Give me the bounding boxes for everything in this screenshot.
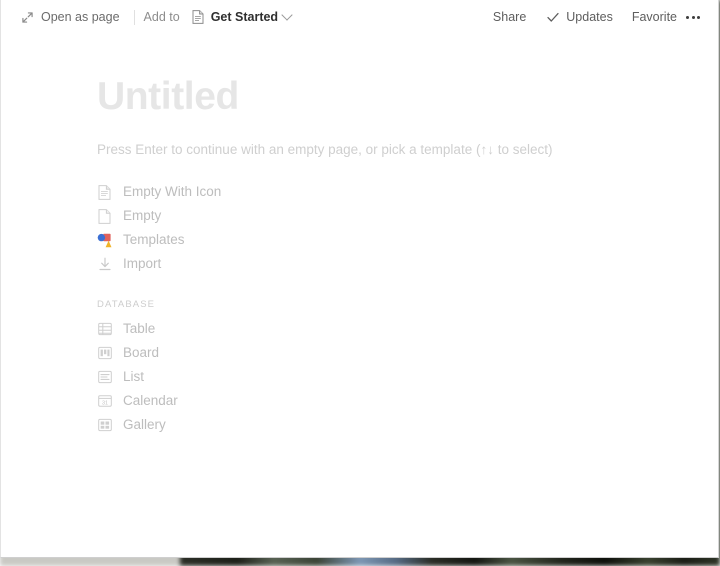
updates-label: Updates — [566, 10, 613, 24]
svg-text:31: 31 — [102, 401, 108, 407]
calendar-31-icon: 31 — [97, 393, 112, 409]
option-table[interactable]: Table — [97, 317, 698, 341]
toolbar-divider — [133, 9, 135, 25]
database-options-list: Table Board List 31 Calendar Gallery — [97, 317, 698, 437]
option-label: Empty — [123, 208, 162, 223]
page-title[interactable]: Untitled — [97, 74, 698, 120]
toolbar-left-group: Open as page Add to Get Started — [15, 6, 295, 28]
share-button[interactable]: Share — [488, 7, 531, 27]
template-options-list: Empty With Icon Empty Templates Import — [97, 180, 698, 276]
database-section-label: DATABASE — [97, 299, 156, 310]
option-calendar[interactable]: 31 Calendar — [97, 389, 698, 413]
option-label: Templates — [123, 232, 185, 247]
option-label: Table — [123, 321, 156, 336]
chevron-down-icon — [281, 9, 293, 21]
gallery-grid-icon — [97, 417, 112, 433]
table-grid-icon — [97, 321, 112, 337]
template-hint-text: Press Enter to continue with an empty pa… — [97, 142, 553, 157]
favorite-button[interactable]: Favorite — [627, 7, 682, 27]
list-lines-icon — [97, 369, 112, 385]
option-import[interactable]: Import — [97, 252, 698, 276]
option-label: Board — [123, 345, 160, 360]
option-gallery[interactable]: Gallery — [97, 413, 698, 437]
breadcrumb-label: Get Started — [210, 10, 279, 24]
expand-diagonal-icon — [20, 9, 35, 25]
top-toolbar: Open as page Add to Get Started Share Up… — [1, 0, 718, 34]
open-as-page-label: Open as page — [41, 10, 120, 24]
favorite-label: Favorite — [631, 10, 677, 24]
page-content: Untitled Press Enter to continue with an… — [97, 74, 698, 437]
page-document-icon — [191, 9, 206, 25]
option-label: Import — [123, 256, 162, 271]
breadcrumb-get-started[interactable]: Get Started — [187, 6, 295, 28]
download-arrow-icon — [97, 256, 112, 272]
option-label: Gallery — [123, 417, 166, 432]
open-as-page-button[interactable]: Open as page — [15, 6, 125, 28]
option-templates[interactable]: Templates — [97, 228, 698, 252]
option-label: List — [123, 369, 145, 384]
option-label: Empty With Icon — [123, 184, 222, 199]
option-list[interactable]: List — [97, 365, 698, 389]
toolbar-right-group: Share Updates Favorite — [479, 6, 704, 28]
option-board[interactable]: Board — [97, 341, 698, 365]
check-icon — [545, 9, 560, 25]
add-to-label: Add to — [143, 10, 180, 24]
option-label: Calendar — [123, 393, 178, 408]
document-blank-icon — [97, 208, 112, 224]
updates-button[interactable]: Updates — [540, 6, 618, 28]
more-horizontal-icon[interactable] — [682, 10, 704, 25]
share-label: Share — [492, 10, 527, 24]
shapes-color-icon — [97, 232, 112, 248]
document-lines-icon — [97, 184, 112, 200]
board-columns-icon — [97, 345, 112, 361]
option-empty[interactable]: Empty — [97, 204, 698, 228]
page-panel: Open as page Add to Get Started Share Up… — [0, 0, 719, 558]
option-empty-with-icon[interactable]: Empty With Icon — [97, 180, 698, 204]
